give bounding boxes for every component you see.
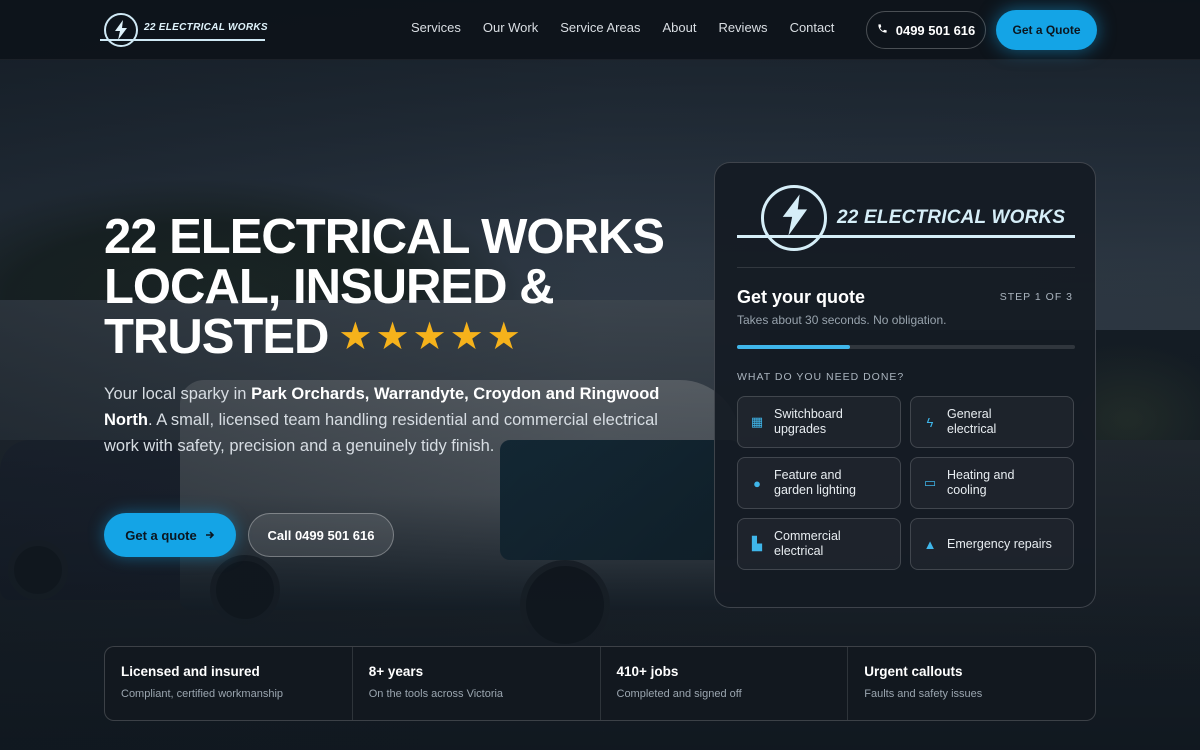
star-icon: ★ <box>449 316 484 358</box>
quote-progress-bar <box>737 345 1075 349</box>
nav-contact[interactable]: Contact <box>790 20 835 35</box>
quote-question: WHAT DO YOU NEED DONE? <box>737 371 905 383</box>
phone-icon <box>877 23 888 37</box>
quote-form-note: Takes about 30 seconds. No obligation. <box>737 313 947 327</box>
service-option-label: Commercial electrical <box>774 529 841 558</box>
stat-title: 8+ years <box>368 664 424 679</box>
stat-description: Compliant, certified workmanship <box>121 688 284 700</box>
stat-item: Licensed and insured Compliant, certified… <box>105 647 353 720</box>
nav-services[interactable]: Services <box>411 20 461 35</box>
stat-item: Urgent callouts Faults and safety issues <box>848 647 1095 720</box>
service-option[interactable]: ▭ Heating and cooling <box>910 457 1074 509</box>
quote-form-step: STEP 1 OF 3 <box>999 291 1073 303</box>
service-option-label: Feature and garden lighting <box>774 468 857 497</box>
service-option[interactable]: ▙ Commercial electrical <box>737 518 901 570</box>
service-option-label: Emergency repairs <box>947 536 1052 551</box>
star-icon: ★ <box>486 316 521 358</box>
header-phone-button[interactable]: 0499 501 616 <box>866 11 986 49</box>
quote-form-card: 22 ELECTRICAL WORKS Get your quote STEP … <box>714 162 1096 608</box>
hero-title-line-3: TRUSTED <box>104 310 329 364</box>
bulb-icon: ● <box>753 475 761 491</box>
header-get-quote-button[interactable]: Get a Quote <box>996 10 1097 50</box>
hero-title-line-2: LOCAL, INSURED & <box>104 260 555 314</box>
stat-title: Licensed and insured <box>121 664 260 679</box>
stat-description: Faults and safety issues <box>864 688 983 700</box>
service-option-label: General electrical <box>947 407 997 436</box>
stat-description: Completed and signed off <box>616 688 742 700</box>
bolt-logo-icon <box>104 13 138 47</box>
rating-stars: ★ ★ ★ ★ ★ <box>338 318 523 356</box>
stat-title: Urgent callouts <box>864 664 963 679</box>
star-icon: ★ <box>412 316 447 358</box>
hero-title: 22 ELECTRICAL WORKS LOCAL, INSURED & TRU… <box>104 212 704 362</box>
service-option[interactable]: ▦ Switchboard upgrades <box>737 396 901 448</box>
header-phone-number: 0499 501 616 <box>895 22 976 38</box>
bolt-icon: ϟ <box>926 414 934 430</box>
hero-subtitle: Your local sparky in Park Orchards, Warr… <box>104 381 674 459</box>
card-brand-logo: 22 ELECTRICAL WORKS <box>737 185 1077 255</box>
main-nav: Services Our Work Service Areas About Re… <box>400 20 845 35</box>
nav-reviews[interactable]: Reviews <box>718 20 767 35</box>
hero-title-line-1: 22 ELECTRICAL WORKS <box>104 210 665 264</box>
stat-description: On the tools across Victoria <box>368 688 504 700</box>
service-options: ▦ Switchboard upgrades ϟ General electrical… <box>737 396 1075 570</box>
stat-item: 8+ years On the tools across Victoria <box>353 647 601 720</box>
stats-bar: Licensed and insured Compliant, certified… <box>104 646 1096 721</box>
air-conditioner-icon: ▭ <box>923 475 937 490</box>
site-header: 22 ELECTRICAL WORKS Services Our Work Se… <box>0 0 1200 60</box>
star-icon: ★ <box>338 316 372 358</box>
hero-get-quote-button[interactable]: Get a quote <box>104 513 236 557</box>
service-option-label: Heating and cooling <box>947 468 1015 497</box>
service-option[interactable]: ▲ Emergency repairs <box>910 518 1074 570</box>
service-option[interactable]: ● Feature and garden lighting <box>737 457 901 509</box>
hero-call-button[interactable]: Call 0499 501 616 <box>248 513 394 557</box>
arrow-right-icon <box>205 528 215 543</box>
stat-title: 410+ jobs <box>616 664 679 679</box>
hero-get-quote-label: Get a quote <box>125 527 197 543</box>
brand-name: 22 ELECTRICAL WORKS <box>144 21 268 33</box>
building-icon: ▙ <box>752 536 762 551</box>
service-option[interactable]: ϟ General electrical <box>910 396 1074 448</box>
stat-item: 410+ jobs Completed and signed off <box>601 647 849 720</box>
switchboard-icon: ▦ <box>750 414 764 429</box>
hero-subtitle-prefix: Your local sparky in <box>104 385 252 403</box>
card-brand-name: 22 ELECTRICAL WORKS <box>837 207 1066 228</box>
service-option-label: Switchboard upgrades <box>774 407 843 436</box>
star-icon: ★ <box>375 316 409 358</box>
warning-icon: ▲ <box>923 536 937 552</box>
brand-logo[interactable]: 22 ELECTRICAL WORKS <box>100 13 268 47</box>
nav-our-work[interactable]: Our Work <box>483 20 538 35</box>
quote-form-title: Get your quote <box>737 287 866 307</box>
nav-service-areas[interactable]: Service Areas <box>560 20 640 35</box>
nav-about[interactable]: About <box>662 20 696 35</box>
hero-subtitle-suffix: . A small, licensed team handling reside… <box>104 411 658 455</box>
bolt-icon <box>779 193 809 247</box>
